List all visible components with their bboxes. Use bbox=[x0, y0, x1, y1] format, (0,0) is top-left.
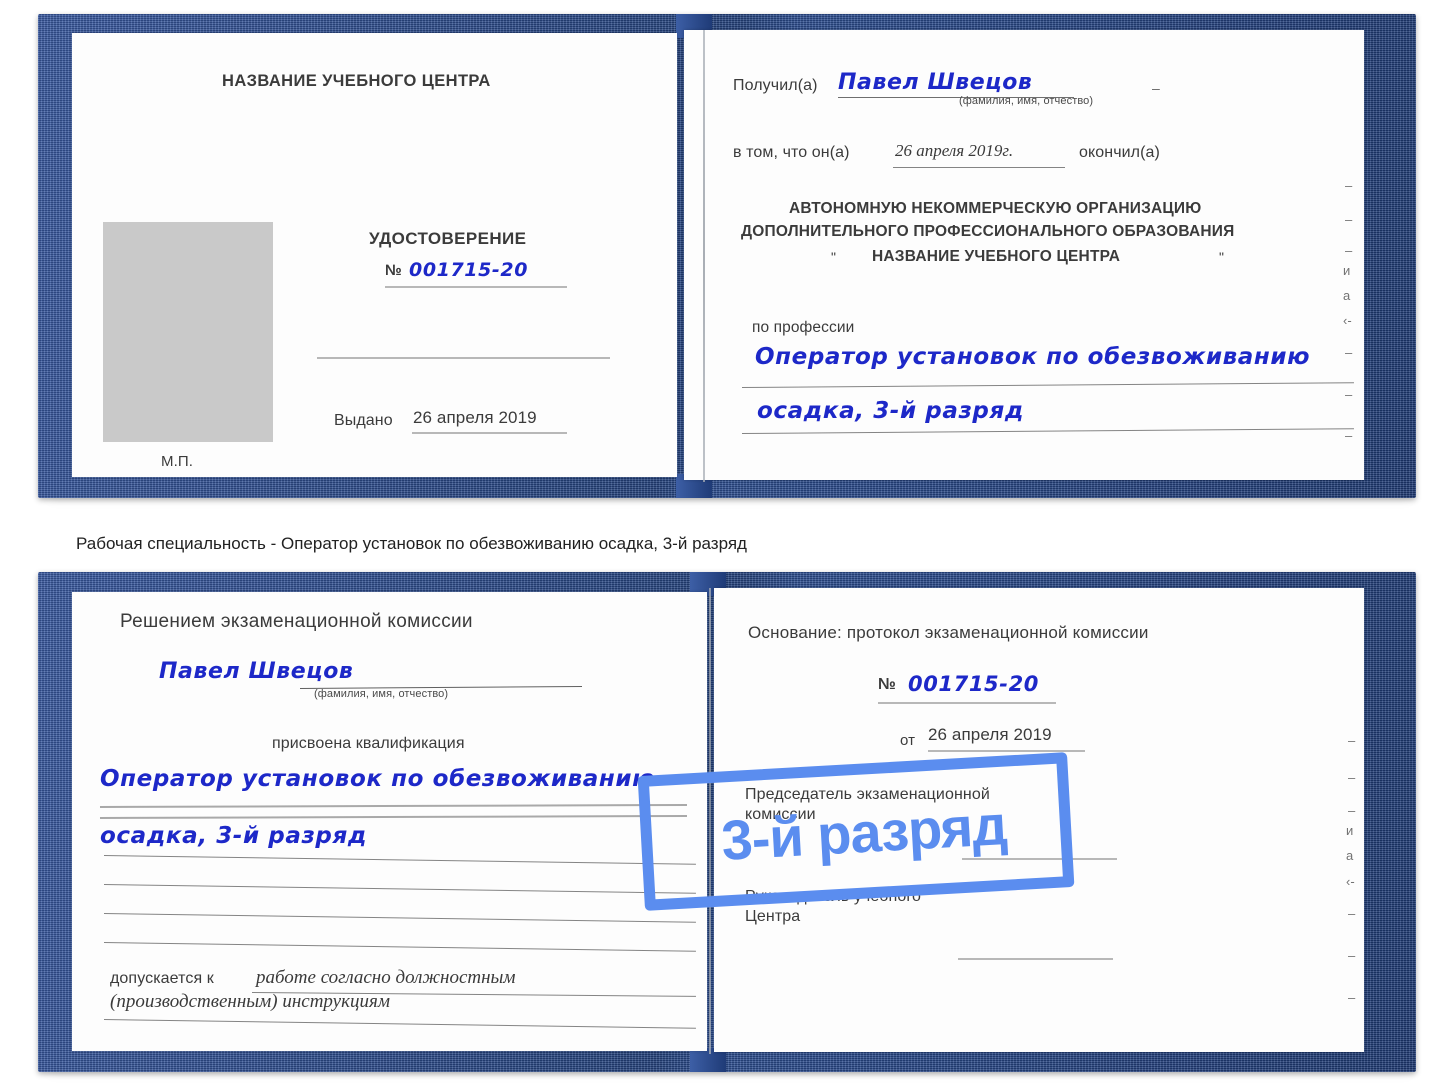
bottom-number-value: 001715-20 bbox=[908, 672, 1040, 696]
bottom-qual-line1: Оператор установок по обезвоживанию bbox=[100, 766, 656, 792]
bottom-qual-label: присвоена квалификация bbox=[272, 735, 465, 752]
top-issued-value: 26 апреля 2019 bbox=[413, 408, 537, 427]
top-org-line2: ДОПОЛНИТЕЛЬНОГО ПРОФЕССИОНАЛЬНОГО ОБРАЗО… bbox=[741, 223, 1235, 240]
top-profession-line1: Оператор установок по обезвоживанию bbox=[755, 344, 1311, 370]
top-stamp-label: М.П. bbox=[161, 453, 194, 470]
edge-fragment: – bbox=[1345, 212, 1353, 227]
top-org-quote-close: " bbox=[1219, 249, 1225, 265]
edge-fragment: и bbox=[1343, 263, 1351, 278]
top-org-quote-open: " bbox=[831, 249, 837, 265]
bottom-number-rule bbox=[878, 702, 1056, 704]
top-received-value: Павел Швецов bbox=[838, 70, 1033, 95]
edge-fragment: – bbox=[1345, 178, 1353, 193]
edge-fragment: – bbox=[1345, 428, 1353, 443]
top-doc-title: УДОСТОВЕРЕНИЕ bbox=[369, 229, 527, 248]
top-received-label: Получил(а) bbox=[733, 77, 818, 94]
top-inthat-label: в том, что он(а) bbox=[733, 144, 850, 161]
edge-fragment: ‹- bbox=[1346, 874, 1355, 889]
top-profession-label: по профессии bbox=[752, 319, 855, 336]
top-book-gutter bbox=[703, 30, 705, 482]
top-profession-line2: осадка, 3-й разряд bbox=[757, 398, 1025, 424]
bottom-basis-label: Основание: протокол экзаменационной коми… bbox=[748, 623, 1149, 642]
top-number-value: 001715-20 bbox=[409, 259, 529, 281]
edge-fragment: а bbox=[1343, 288, 1351, 303]
top-issued-label: Выдано bbox=[334, 412, 393, 429]
top-received-edge-dash: – bbox=[1152, 80, 1160, 96]
edge-fragment: и bbox=[1346, 823, 1354, 838]
top-fio-hint: (фамилия, имя, отчество) bbox=[959, 95, 1094, 107]
page-caption: Рабочая специальность - Оператор установ… bbox=[76, 534, 747, 553]
edge-fragment: – bbox=[1348, 733, 1356, 748]
bottom-heading: Решением экзаменационной комиссии bbox=[120, 611, 473, 632]
top-issued-rule bbox=[412, 432, 567, 434]
top-org-line3: НАЗВАНИЕ УЧЕБНОГО ЦЕНТРА bbox=[872, 248, 1121, 265]
bottom-date-value: 26 апреля 2019 bbox=[928, 725, 1052, 744]
bottom-head-signature-rule bbox=[958, 958, 1113, 960]
edge-fragment: – bbox=[1348, 803, 1356, 818]
edge-fragment: – bbox=[1348, 770, 1356, 785]
top-org-line1: АВТОНОМНУЮ НЕКОММЕРЧЕСКУЮ ОРГАНИЗАЦИЮ bbox=[789, 200, 1202, 217]
top-inthat-rule bbox=[893, 167, 1065, 168]
edge-fragment: – bbox=[1348, 990, 1356, 1005]
bottom-head-line2: Центра bbox=[745, 908, 801, 925]
bottom-name-value: Павел Швецов bbox=[159, 659, 354, 684]
bottom-admitted-label: допускается к bbox=[110, 970, 214, 987]
top-finished-label: окончил(а) bbox=[1079, 144, 1160, 161]
edge-fragment: – bbox=[1345, 345, 1353, 360]
bottom-number-label: № bbox=[878, 676, 896, 693]
photo-placeholder bbox=[103, 222, 273, 442]
edge-fragment: – bbox=[1348, 948, 1356, 963]
edge-fragment: ‹- bbox=[1343, 313, 1352, 328]
bottom-admitted-line2: (производственным) инструкциям bbox=[110, 991, 390, 1012]
top-inthat-value: 26 апреля 2019г. bbox=[895, 141, 1014, 160]
top-number-label: № bbox=[385, 262, 402, 279]
bottom-fio-hint: (фамилия, имя, отчество) bbox=[314, 688, 449, 700]
top-number-rule bbox=[385, 286, 567, 288]
top-blank-rule bbox=[317, 357, 610, 359]
edge-fragment: а bbox=[1346, 848, 1354, 863]
bottom-admitted-line1: работе согласно должностным bbox=[256, 967, 516, 988]
edge-fragment: – bbox=[1345, 387, 1353, 402]
bottom-qual-line2: осадка, 3-й разряд bbox=[100, 823, 368, 849]
edge-fragment: – bbox=[1348, 906, 1356, 921]
bottom-date-label: от bbox=[900, 732, 916, 749]
edge-fragment: – bbox=[1345, 243, 1353, 258]
top-org-title: НАЗВАНИЕ УЧЕБНОГО ЦЕНТРА bbox=[222, 72, 491, 90]
